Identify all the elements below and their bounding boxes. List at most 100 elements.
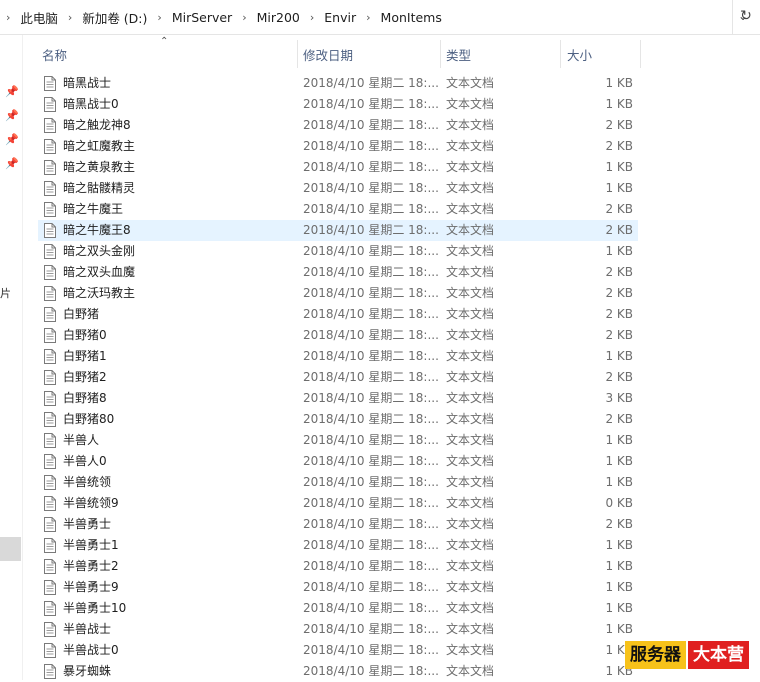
column-divider[interactable]: [560, 40, 561, 68]
pin-icon[interactable]: 📌: [5, 85, 19, 99]
file-name: 暗黑战士: [63, 76, 112, 90]
table-row[interactable]: 暗之牛魔王 2018/4/10 星期二 18:... 文本文档 2 KB: [38, 199, 638, 220]
table-row[interactable]: 半兽勇士 2018/4/10 星期二 18:... 文本文档 2 KB: [38, 514, 638, 535]
table-row[interactable]: 半兽人 2018/4/10 星期二 18:... 文本文档 1 KB: [38, 430, 638, 451]
breadcrumb-item[interactable]: 新加卷 (D:): [78, 8, 151, 27]
file-date: 2018/4/10 星期二 18:...: [303, 286, 438, 300]
file-name: 半兽统领9: [63, 496, 119, 510]
file-size: 1 KB: [605, 160, 633, 174]
chevron-right-icon[interactable]: ›: [151, 11, 167, 24]
file-type: 文本文档: [446, 265, 495, 279]
refresh-icon[interactable]: ↻: [737, 8, 755, 26]
table-row[interactable]: 暗之双头金刚 2018/4/10 星期二 18:... 文本文档 1 KB: [38, 241, 638, 262]
table-row[interactable]: 半兽勇士10 2018/4/10 星期二 18:... 文本文档 1 KB: [38, 598, 638, 619]
table-row[interactable]: 暗之触龙神8 2018/4/10 星期二 18:... 文本文档 2 KB: [38, 115, 638, 136]
breadcrumb-item[interactable]: 此电脑: [16, 8, 62, 27]
table-row[interactable]: 半兽战士0 2018/4/10 星期二 18:... 文本文档 1 KB: [38, 640, 638, 661]
file-type: 文本文档: [446, 643, 495, 657]
file-type: 文本文档: [446, 580, 495, 594]
file-type: 文本文档: [446, 559, 495, 573]
text-file-icon: [44, 349, 56, 364]
file-type: 文本文档: [446, 391, 495, 405]
table-row[interactable]: 暗之骷髅精灵 2018/4/10 星期二 18:... 文本文档 1 KB: [38, 178, 638, 199]
watermark-part-2: 大本营: [688, 641, 749, 669]
table-row[interactable]: 白野猪0 2018/4/10 星期二 18:... 文本文档 2 KB: [38, 325, 638, 346]
file-type: 文本文档: [446, 370, 495, 384]
chevron-right-icon[interactable]: ›: [62, 11, 78, 24]
file-size: 1 KB: [605, 643, 633, 657]
file-date: 2018/4/10 星期二 18:...: [303, 580, 438, 594]
file-type: 文本文档: [446, 517, 495, 531]
file-name: 半兽人0: [63, 454, 107, 468]
file-size: 2 KB: [605, 118, 633, 132]
table-row[interactable]: 半兽勇士1 2018/4/10 星期二 18:... 文本文档 1 KB: [38, 535, 638, 556]
nav-item-partial[interactable]: 片: [0, 285, 11, 301]
file-name: 半兽战士0: [63, 643, 119, 657]
file-date: 2018/4/10 星期二 18:...: [303, 454, 438, 468]
table-row[interactable]: 白野猪80 2018/4/10 星期二 18:... 文本文档 2 KB: [38, 409, 638, 430]
table-row[interactable]: 暗之双头血魔 2018/4/10 星期二 18:... 文本文档 2 KB: [38, 262, 638, 283]
pin-icon[interactable]: 📌: [5, 157, 19, 171]
file-date: 2018/4/10 星期二 18:...: [303, 181, 438, 195]
pin-icon[interactable]: 📌: [5, 109, 19, 123]
file-date: 2018/4/10 星期二 18:...: [303, 265, 438, 279]
file-size: 1 KB: [605, 559, 633, 573]
breadcrumb-item[interactable]: Mir200: [253, 10, 304, 25]
chevron-right-icon[interactable]: ›: [360, 11, 376, 24]
table-row[interactable]: 暗黑战士 2018/4/10 星期二 18:... 文本文档 1 KB: [38, 73, 638, 94]
file-type: 文本文档: [446, 664, 495, 678]
column-header-date[interactable]: 修改日期: [303, 40, 353, 68]
table-row[interactable]: 暴牙蜘蛛 2018/4/10 星期二 18:... 文本文档 1 KB: [38, 661, 638, 682]
table-row[interactable]: 半兽勇士2 2018/4/10 星期二 18:... 文本文档 1 KB: [38, 556, 638, 577]
file-name: 暗之沃玛教主: [63, 286, 136, 300]
text-file-icon: [44, 265, 56, 280]
file-date: 2018/4/10 星期二 18:...: [303, 412, 438, 426]
table-row[interactable]: 半兽勇士9 2018/4/10 星期二 18:... 文本文档 1 KB: [38, 577, 638, 598]
text-file-icon: [44, 601, 56, 616]
column-header-type[interactable]: 类型: [446, 40, 471, 68]
chevron-right-icon[interactable]: ›: [236, 11, 252, 24]
column-divider[interactable]: [297, 40, 298, 68]
table-row[interactable]: 半兽战士 2018/4/10 星期二 18:... 文本文档 1 KB: [38, 619, 638, 640]
nav-item-selected[interactable]: [0, 537, 21, 561]
file-type: 文本文档: [446, 433, 495, 447]
table-row[interactable]: 白野猪1 2018/4/10 星期二 18:... 文本文档 1 KB: [38, 346, 638, 367]
file-name: 暗之骷髅精灵: [63, 181, 136, 195]
file-size: 0 KB: [605, 496, 633, 510]
file-name: 白野猪80: [63, 412, 115, 426]
pin-icon[interactable]: 📌: [5, 133, 19, 147]
breadcrumb-item[interactable]: MirServer: [168, 10, 236, 25]
address-bar[interactable]: › 此电脑 › 新加卷 (D:) › MirServer › Mir200 › Envir › Mon…: [0, 0, 760, 35]
file-type: 文本文档: [446, 328, 495, 342]
table-row[interactable]: 暗之沃玛教主 2018/4/10 星期二 18:... 文本文档 2 KB: [38, 283, 638, 304]
table-row[interactable]: 白野猪 2018/4/10 星期二 18:... 文本文档 2 KB: [38, 304, 638, 325]
table-row[interactable]: 半兽统领9 2018/4/10 星期二 18:... 文本文档 0 KB: [38, 493, 638, 514]
file-date: 2018/4/10 星期二 18:...: [303, 118, 438, 132]
table-row[interactable]: 暗之牛魔王8 2018/4/10 星期二 18:... 文本文档 2 KB: [38, 220, 638, 241]
column-header-name[interactable]: 名称: [42, 40, 67, 68]
table-row[interactable]: 白野猪2 2018/4/10 星期二 18:... 文本文档 2 KB: [38, 367, 638, 388]
file-size: 1 KB: [605, 433, 633, 447]
text-file-icon: [44, 97, 56, 112]
column-divider[interactable]: [640, 40, 641, 68]
table-row[interactable]: 暗之黄泉教主 2018/4/10 星期二 18:... 文本文档 1 KB: [38, 157, 638, 178]
table-row[interactable]: 暗之虹魔教主 2018/4/10 星期二 18:... 文本文档 2 KB: [38, 136, 638, 157]
column-header-size[interactable]: 大小: [567, 40, 592, 68]
sort-ascending-icon: ⌃: [160, 36, 169, 47]
breadcrumb: › 此电脑 › 新加卷 (D:) › MirServer › Mir200 › Envir › Mon…: [0, 0, 446, 34]
breadcrumb-item[interactable]: Envir: [320, 10, 360, 25]
table-row[interactable]: 半兽统领 2018/4/10 星期二 18:... 文本文档 1 KB: [38, 472, 638, 493]
file-size: 1 KB: [605, 76, 633, 90]
chevron-right-icon[interactable]: ›: [0, 11, 16, 24]
file-date: 2018/4/10 星期二 18:...: [303, 496, 438, 510]
chevron-right-icon[interactable]: ›: [304, 11, 320, 24]
table-row[interactable]: 白野猪8 2018/4/10 星期二 18:... 文本文档 3 KB: [38, 388, 638, 409]
table-row[interactable]: 暗黑战士0 2018/4/10 星期二 18:... 文本文档 1 KB: [38, 94, 638, 115]
file-type: 文本文档: [446, 202, 495, 216]
breadcrumb-item[interactable]: MonItems: [377, 10, 446, 25]
text-file-icon: [44, 307, 56, 322]
file-name: 白野猪1: [63, 349, 107, 363]
file-date: 2018/4/10 星期二 18:...: [303, 664, 438, 678]
table-row[interactable]: 半兽人0 2018/4/10 星期二 18:... 文本文档 1 KB: [38, 451, 638, 472]
column-divider[interactable]: [440, 40, 441, 68]
